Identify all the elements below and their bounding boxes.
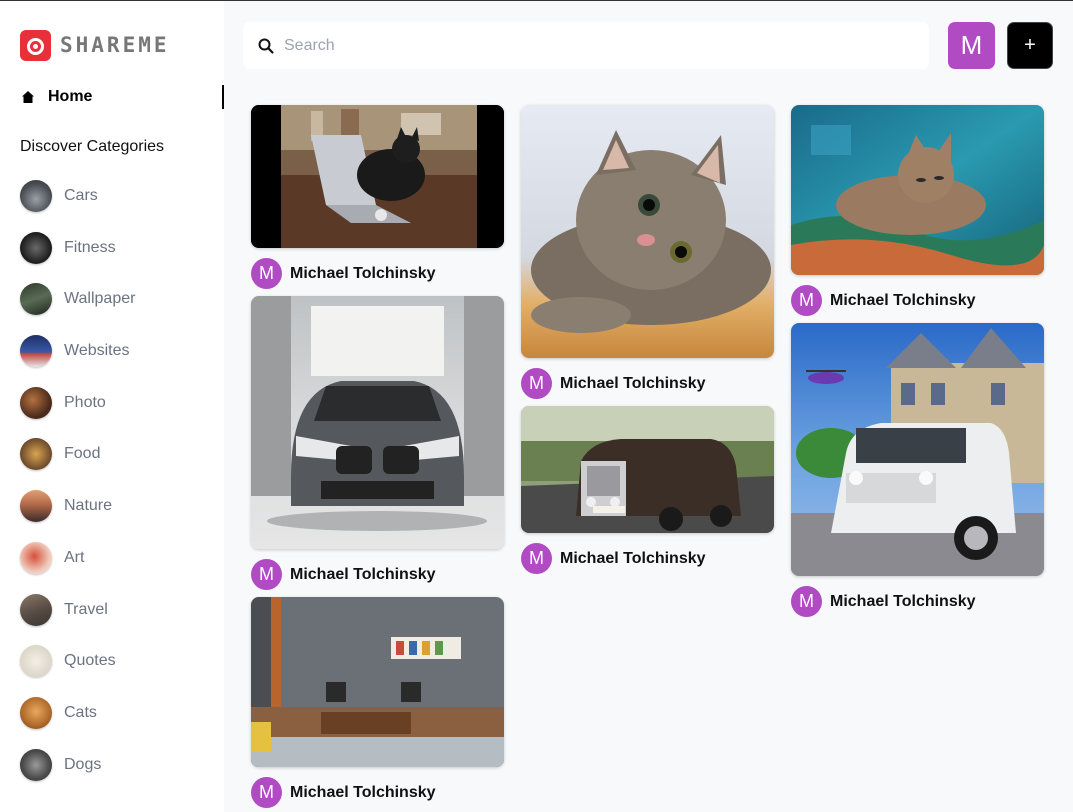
- pin-card[interactable]: M Michael Tolchinsky: [521, 105, 774, 399]
- pin-author[interactable]: M Michael Tolchinsky: [251, 559, 504, 590]
- pin-card[interactable]: M Michael Tolchinsky: [251, 105, 504, 289]
- pin-card[interactable]: M Michael Tolchinsky: [251, 296, 504, 590]
- author-name: Michael Tolchinsky: [560, 374, 706, 392]
- sidebar-item-food[interactable]: Food: [20, 438, 135, 490]
- sidebar-item-home[interactable]: Home: [20, 85, 224, 109]
- pin-image[interactable]: [791, 105, 1044, 275]
- pin-card[interactable]: M Michael Tolchinsky: [791, 105, 1044, 316]
- avatar: M: [251, 559, 282, 590]
- add-pin-button[interactable]: +: [1007, 22, 1053, 69]
- pin-author[interactable]: M Michael Tolchinsky: [791, 586, 1044, 617]
- pin-author[interactable]: M Michael Tolchinsky: [521, 543, 774, 574]
- pin-author[interactable]: M Michael Tolchinsky: [791, 285, 1044, 316]
- sidebar-item-label: Dogs: [64, 755, 102, 773]
- pin-image[interactable]: [791, 323, 1044, 576]
- sidebar-item-label: Cats: [64, 703, 97, 721]
- sidebar-item-wallpaper[interactable]: Wallpaper: [20, 283, 135, 335]
- author-name: Michael Tolchinsky: [830, 291, 976, 309]
- sidebar-item-quotes[interactable]: Quotes: [20, 645, 135, 697]
- author-name: Michael Tolchinsky: [830, 592, 976, 610]
- search-icon: [258, 38, 274, 54]
- pin-image[interactable]: [251, 296, 504, 549]
- category-thumbnail: [20, 541, 52, 574]
- sidebar-item-cars[interactable]: Cars: [20, 180, 135, 232]
- sidebar-item-label: Home: [48, 88, 93, 105]
- sidebar-item-label: Photo: [64, 393, 106, 411]
- sidebar-item-label: Travel: [64, 600, 108, 618]
- avatar: M: [521, 543, 552, 574]
- category-thumbnail: [20, 645, 52, 678]
- category-thumbnail: [20, 335, 52, 368]
- category-thumbnail: [20, 696, 52, 729]
- author-name: Michael Tolchinsky: [290, 783, 436, 801]
- sidebar-item-label: Cars: [64, 187, 98, 204]
- pin-image[interactable]: [251, 597, 504, 767]
- sidebar-item-nature[interactable]: Nature: [20, 490, 135, 542]
- sidebar-item-travel[interactable]: Travel: [20, 593, 135, 646]
- category-thumbnail: [20, 386, 52, 419]
- sidebar-item-art[interactable]: Art: [20, 541, 135, 594]
- author-name: Michael Tolchinsky: [290, 565, 436, 583]
- sidebar-item-label: Nature: [64, 497, 113, 515]
- category-thumbnail: [20, 438, 52, 471]
- category-thumbnail: [20, 231, 52, 264]
- categories-heading: Discover Categories: [20, 138, 165, 155]
- search-input[interactable]: [284, 36, 884, 55]
- sidebar-item-label: Wallpaper: [64, 290, 136, 308]
- author-name: Michael Tolchinsky: [560, 549, 706, 567]
- avatar: M: [791, 586, 822, 617]
- avatar: M: [791, 285, 822, 316]
- avatar: M: [251, 258, 282, 289]
- pin-image[interactable]: [251, 105, 504, 248]
- sidebar-item-label: Fitness: [64, 238, 116, 256]
- pin-card[interactable]: M Michael Tolchinsky: [791, 323, 1044, 617]
- logo-text: SHAREME: [60, 33, 170, 57]
- pin-card[interactable]: M Michael Tolchinsky: [251, 597, 504, 808]
- sidebar-item-photo[interactable]: Photo: [20, 386, 135, 439]
- sidebar-item-cats[interactable]: Cats: [20, 696, 135, 749]
- logo[interactable]: SHAREME: [20, 29, 170, 61]
- pin-image[interactable]: [521, 105, 774, 358]
- category-thumbnail: [20, 490, 52, 523]
- pin-image[interactable]: [521, 406, 774, 533]
- sidebar-item-label: Food: [64, 445, 101, 463]
- pin-author[interactable]: M Michael Tolchinsky: [521, 368, 774, 399]
- category-thumbnail: [20, 593, 52, 626]
- avatar: M: [251, 777, 282, 808]
- search-bar[interactable]: [243, 22, 929, 69]
- sidebar-item-label: Websites: [64, 342, 130, 360]
- sidebar-item-websites[interactable]: Websites: [20, 335, 135, 387]
- category-thumbnail: [20, 283, 52, 316]
- category-thumbnail: [20, 180, 52, 212]
- pin-author[interactable]: M Michael Tolchinsky: [251, 258, 504, 289]
- author-name: Michael Tolchinsky: [290, 264, 436, 282]
- sidebar-item-label: Quotes: [64, 652, 116, 670]
- pin-card[interactable]: M Michael Tolchinsky: [521, 406, 774, 574]
- camera-icon: [20, 29, 51, 61]
- category-thumbnail: [20, 748, 52, 781]
- category-list: Cars Fitness Wallpaper Websites Photo Fo…: [20, 180, 135, 800]
- sidebar-item-fitness[interactable]: Fitness: [20, 231, 135, 284]
- user-avatar-button[interactable]: M: [948, 22, 995, 69]
- sidebar: SHAREME Home Discover Categories Cars Fi…: [0, 1, 224, 812]
- avatar: M: [521, 368, 552, 399]
- sidebar-item-label: Art: [64, 548, 85, 566]
- pin-author[interactable]: M Michael Tolchinsky: [251, 777, 504, 808]
- home-icon: [20, 90, 35, 105]
- sidebar-item-dogs[interactable]: Dogs: [20, 748, 135, 801]
